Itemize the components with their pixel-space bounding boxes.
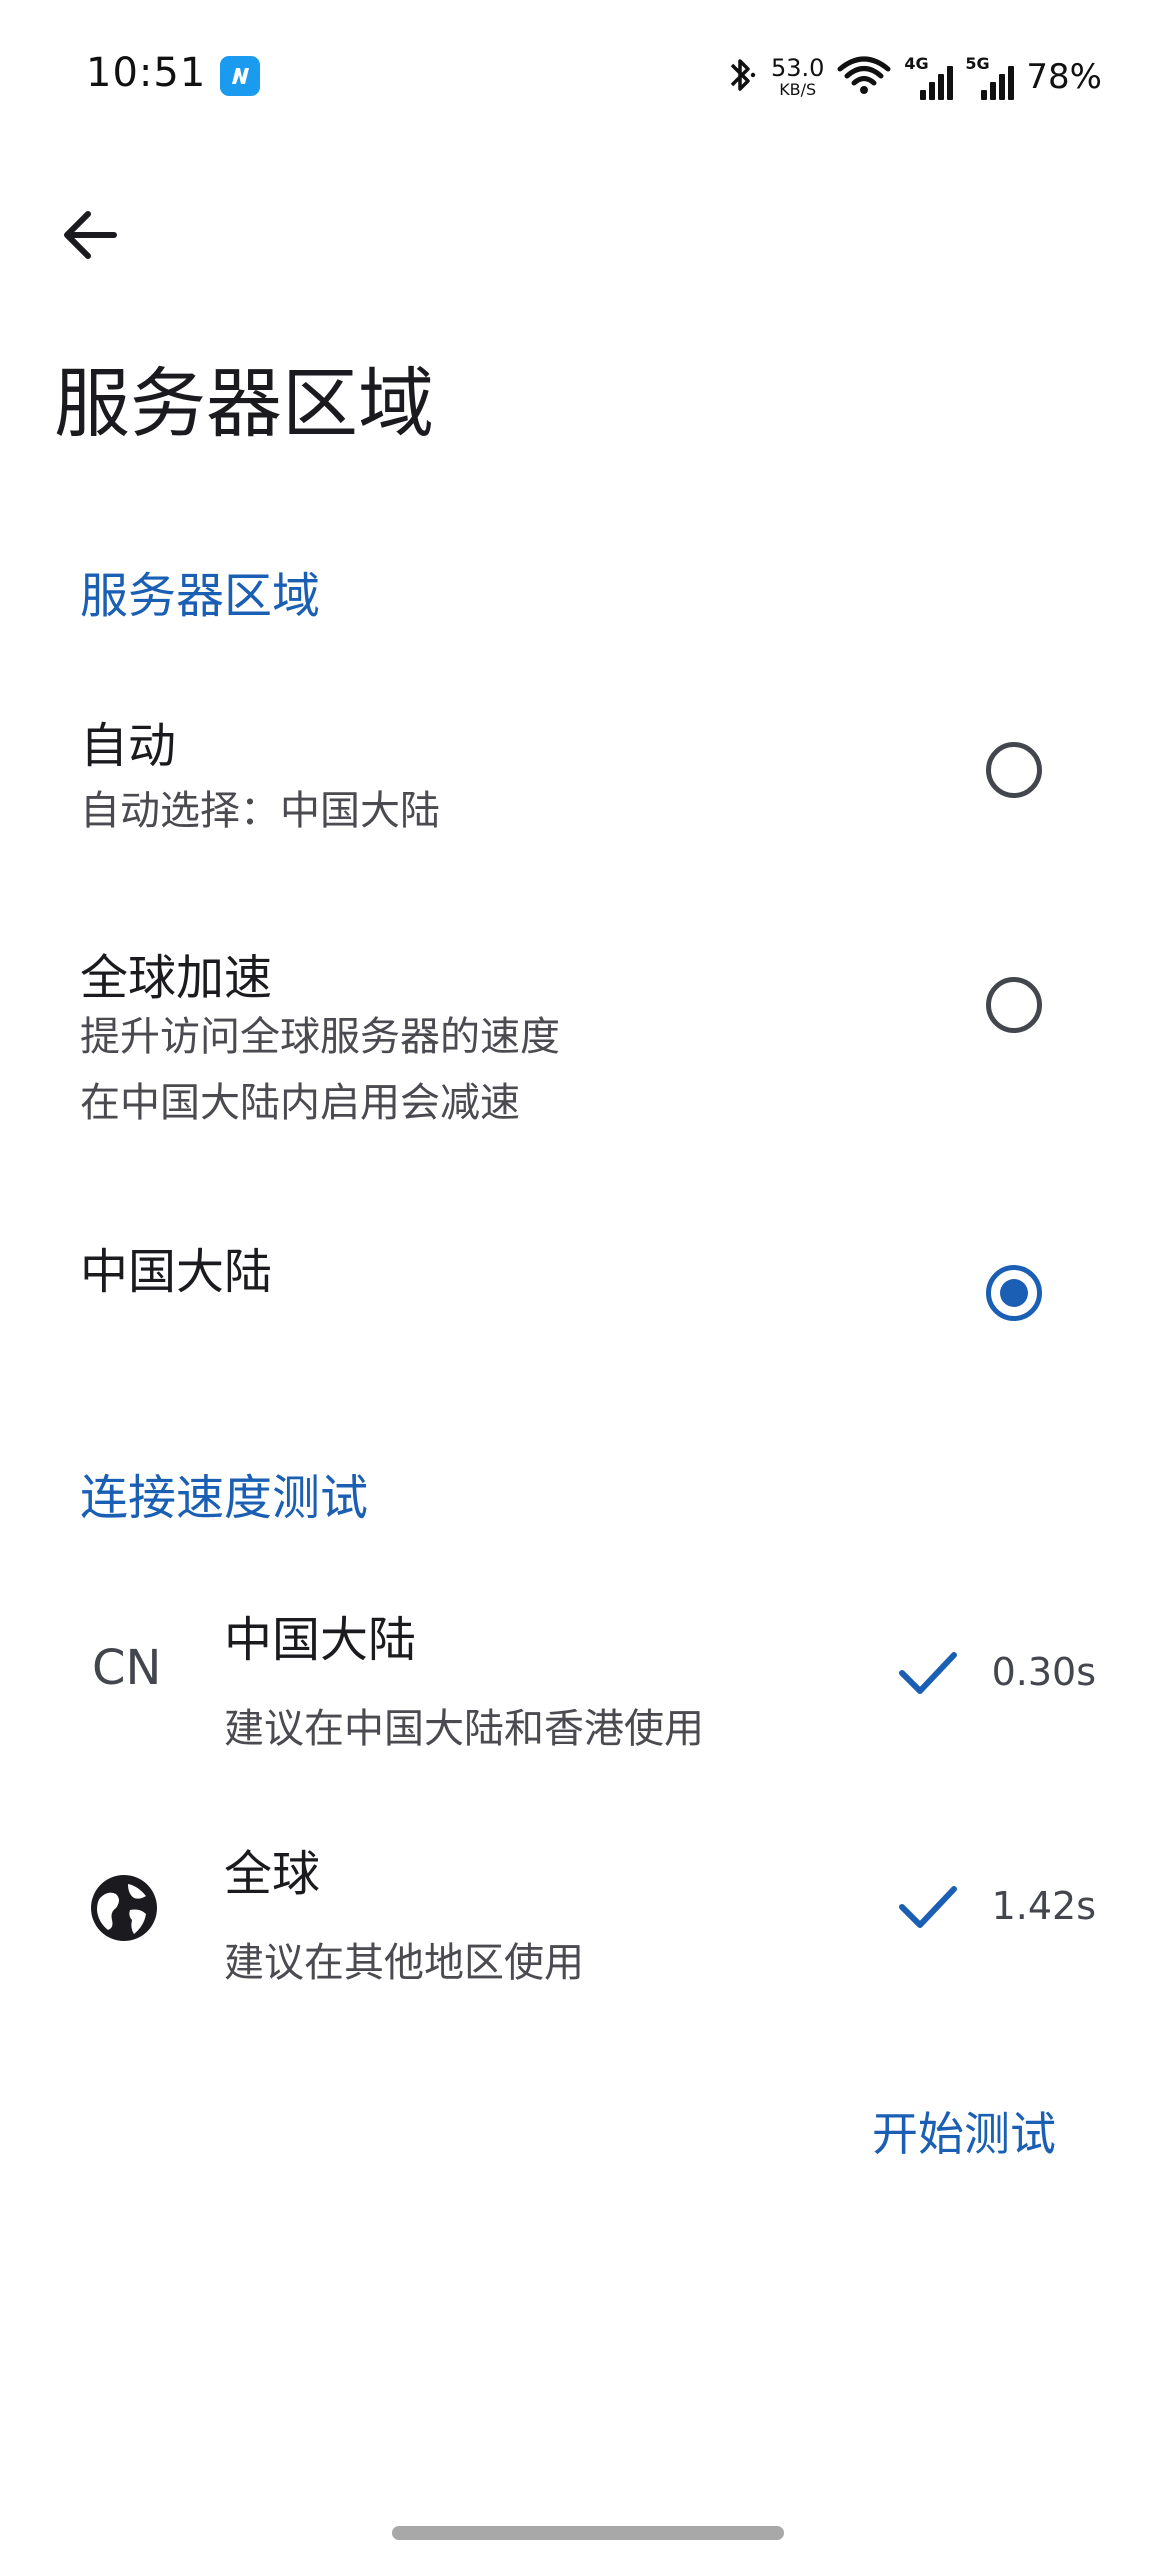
network-speed: 53.0 KB/S: [771, 56, 824, 98]
option-title: 中国大陆: [80, 1244, 273, 1300]
app-notification-icon: [220, 56, 260, 96]
signal-4g-icon: 4G: [904, 54, 954, 100]
signal-5g-icon: 5G: [965, 54, 1015, 100]
network-speed-unit: KB/S: [779, 80, 817, 99]
page-title: 服务器区域: [54, 359, 434, 448]
section-header-server-region: 服务器区域: [80, 568, 321, 624]
start-test-button[interactable]: 开始测试: [872, 2098, 1056, 2164]
speed-test-subtitle: 建议在其他地区使用: [224, 1940, 584, 1986]
speed-test-title: 中国大陆: [224, 1612, 417, 1668]
check-icon: [896, 1874, 960, 1938]
option-title: 自动: [80, 718, 177, 774]
back-button[interactable]: [58, 200, 128, 270]
speed-test-title: 全球: [224, 1846, 321, 1902]
speed-test-subtitle: 建议在中国大陆和香港使用: [224, 1706, 704, 1752]
speed-test-result: 0.30s: [991, 1650, 1096, 1694]
arrow-left-icon: [64, 211, 117, 259]
option-subtitle-line-1: 提升访问全球服务器的速度: [80, 1014, 560, 1060]
home-indicator[interactable]: [392, 2526, 784, 2540]
wifi-icon: [836, 53, 892, 101]
bluetooth-icon: [723, 53, 759, 101]
option-title: 全球加速: [80, 950, 273, 1006]
status-time: 10:51: [86, 50, 207, 96]
globe-icon: [88, 1872, 160, 1944]
signal-4g-label: 4G: [904, 54, 929, 73]
radio-auto[interactable]: [986, 742, 1042, 798]
radio-mainland-china[interactable]: [986, 1265, 1042, 1321]
signal-5g-label: 5G: [965, 54, 990, 73]
radio-global-acceleration[interactable]: [986, 977, 1042, 1033]
cn-text-icon: CN: [92, 1640, 162, 1696]
speed-test-result: 1.42s: [991, 1884, 1096, 1928]
battery-level: 78%: [1026, 57, 1102, 97]
option-subtitle-line-2: 在中国大陆内启用会减速: [80, 1080, 520, 1126]
network-speed-value: 53.0: [770, 54, 825, 82]
radio-selected-dot: [1000, 1279, 1028, 1307]
check-icon: [896, 1640, 960, 1704]
status-icons: 53.0 KB/S 4G 5G 78%: [723, 52, 1102, 102]
option-subtitle: 自动选择：中国大陆: [80, 788, 440, 834]
section-header-speed-test: 连接速度测试: [80, 1470, 369, 1526]
